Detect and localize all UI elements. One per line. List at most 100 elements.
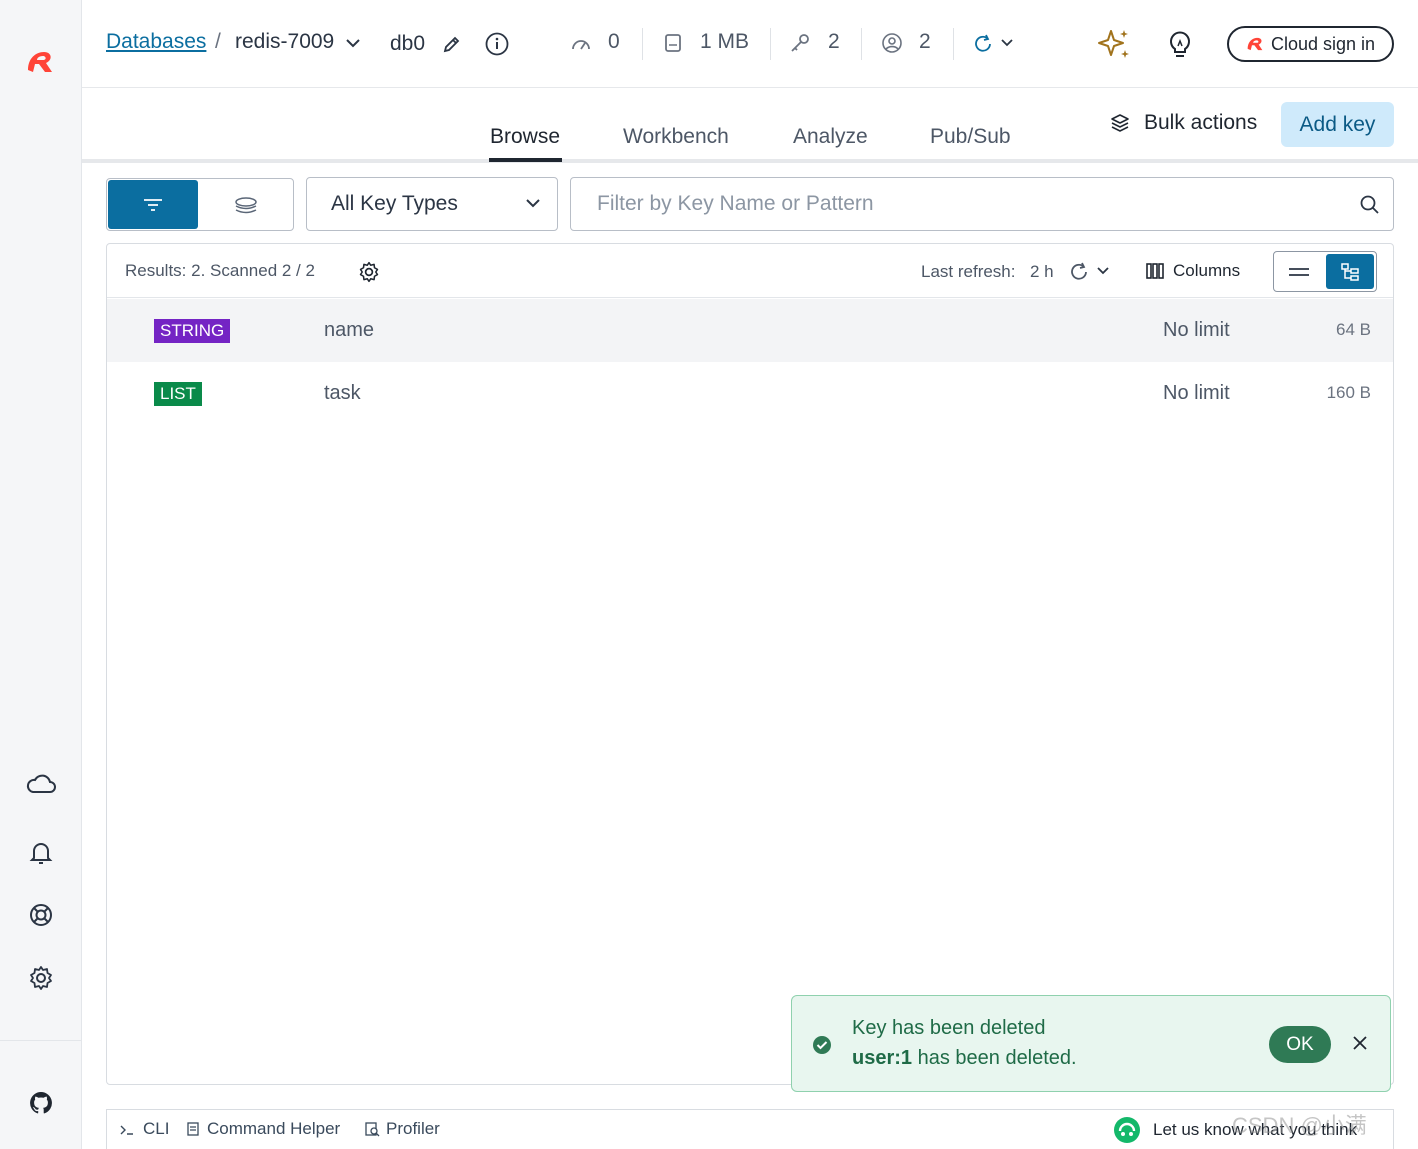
keys-count-value: 2 <box>828 30 840 53</box>
stat-divider <box>861 28 862 60</box>
command-helper-button[interactable]: Command Helper <box>185 1119 340 1139</box>
speedometer-icon <box>572 40 590 50</box>
tree-view-icon <box>1341 262 1359 281</box>
chevron-down-icon[interactable] <box>1000 38 1014 48</box>
watermark-text: CSDN @小满 <box>1232 1113 1367 1138</box>
memory-icon <box>665 34 681 52</box>
key-row[interactable]: STRING name No limit 64 B <box>107 299 1393 362</box>
tab-workbench[interactable]: Workbench <box>623 125 729 149</box>
tab-analyze[interactable]: Analyze <box>793 125 868 149</box>
refresh-icon[interactable] <box>1068 261 1090 283</box>
lightbulb-insights-icon[interactable] <box>1167 28 1193 60</box>
user-clients-icon <box>882 33 902 53</box>
filter-lines-icon <box>144 198 162 211</box>
last-refresh-label: Last refresh: <box>921 262 1016 281</box>
redis-logo-icon[interactable] <box>22 44 58 80</box>
toast-message-text: has been deleted. <box>912 1047 1077 1069</box>
top-bar: Databases / redis-7009 db0 0 1 MB 2 2 Cl… <box>82 0 1418 88</box>
cloud-icon[interactable] <box>24 767 58 801</box>
tabs-divider <box>82 159 1418 163</box>
key-type-badge: STRING <box>154 319 231 343</box>
scan-settings-gear-icon[interactable] <box>358 261 380 283</box>
info-icon[interactable] <box>484 31 510 57</box>
stat-divider <box>642 28 643 60</box>
tabs-row: Browse Workbench Analyze Pub/Sub Bulk ac… <box>82 89 1418 163</box>
layers-icon <box>1111 114 1129 132</box>
bell-icon[interactable] <box>24 836 58 870</box>
profiler-icon <box>365 1122 380 1137</box>
stat-divider <box>770 28 771 60</box>
settings-gear-icon[interactable] <box>24 961 58 995</box>
ai-sparkle-icon[interactable] <box>1096 26 1132 62</box>
pencil-edit-icon[interactable] <box>442 34 462 54</box>
cli-label: CLI <box>143 1119 170 1138</box>
memory-usage-value: 1 MB <box>700 30 750 53</box>
active-tab-indicator <box>489 158 562 162</box>
search-input[interactable] <box>571 178 1351 230</box>
command-helper-icon <box>187 1122 199 1136</box>
check-circle-icon <box>813 1036 831 1054</box>
bulk-actions-label: Bulk actions <box>1144 111 1258 134</box>
key-type-select[interactable]: All Key Types <box>306 177 558 231</box>
vector-search-mode-button[interactable] <box>199 180 293 229</box>
key-ttl: No limit <box>1163 319 1230 341</box>
toast-title: Key has been deleted <box>852 1017 1046 1039</box>
terminal-icon <box>120 1125 133 1135</box>
profiler-label: Profiler <box>386 1119 440 1138</box>
tree-view-button[interactable] <box>1326 254 1374 289</box>
key-name: name <box>324 319 375 341</box>
key-icon <box>791 34 809 52</box>
search-icon[interactable] <box>1359 194 1381 216</box>
last-refresh-value: 2 h <box>1030 262 1054 281</box>
toast-ok-button[interactable]: OK <box>1269 1026 1331 1063</box>
breadcrumb-separator: / <box>215 30 221 53</box>
auto-refresh-icon[interactable] <box>972 33 994 55</box>
profiler-button[interactable]: Profiler <box>364 1119 440 1139</box>
ops-per-second-value: 0 <box>608 30 620 53</box>
success-toast: Key has been deleted user:1 has been del… <box>791 995 1391 1092</box>
key-row[interactable]: LIST task No limit 160 B <box>107 362 1393 425</box>
stat-divider <box>953 28 954 60</box>
chevron-down-icon[interactable] <box>345 38 361 48</box>
sidebar-divider <box>0 1040 82 1041</box>
key-ttl: No limit <box>1163 382 1230 404</box>
redis-logo-icon <box>1247 37 1263 51</box>
deleted-key-name: user:1 <box>852 1047 913 1069</box>
db-index-label: db0 <box>390 32 426 55</box>
view-mode-toggle <box>106 178 294 231</box>
list-tree-view-toggle <box>1273 251 1377 292</box>
github-icon[interactable] <box>24 1086 58 1120</box>
results-summary: Results: 2. Scanned 2 / 2 <box>125 261 315 280</box>
key-filter-search <box>570 177 1394 231</box>
tab-browse[interactable]: Browse <box>490 125 560 149</box>
key-type-value: All Key Types <box>331 192 458 215</box>
chevron-down-icon[interactable] <box>1096 266 1110 276</box>
bulk-actions-button[interactable]: Bulk actions <box>1110 111 1257 135</box>
vector-search-icon <box>235 196 257 213</box>
results-header: Results: 2. Scanned 2 / 2 Last refresh: … <box>107 244 1393 298</box>
columns-icon <box>1146 263 1164 279</box>
breadcrumb-databases-link[interactable]: Databases <box>106 30 206 54</box>
sidebar <box>0 0 82 1149</box>
key-size: 160 B <box>1326 383 1371 402</box>
feedback-icon <box>1114 1117 1140 1143</box>
filter-mode-button[interactable] <box>108 180 198 229</box>
database-name-dropdown[interactable]: redis-7009 <box>235 30 334 54</box>
cli-button[interactable]: CLI <box>119 1119 169 1139</box>
list-view-icon <box>1289 267 1309 276</box>
help-lifebuoy-icon[interactable] <box>24 898 58 932</box>
key-name: task <box>324 382 361 404</box>
cloud-sign-in-label: Cloud sign in <box>1271 33 1376 54</box>
chevron-down-icon <box>526 199 540 208</box>
columns-button[interactable]: Columns <box>1145 261 1240 281</box>
tab-pubsub[interactable]: Pub/Sub <box>930 125 1011 149</box>
key-type-badge: LIST <box>154 382 202 406</box>
add-key-button[interactable]: Add key <box>1281 102 1394 147</box>
toast-message: user:1 has been deleted. <box>852 1047 1077 1070</box>
cloud-sign-in-button[interactable]: Cloud sign in <box>1227 26 1394 62</box>
close-icon[interactable] <box>1349 1032 1371 1054</box>
clients-count-value: 2 <box>919 30 931 53</box>
command-helper-label: Command Helper <box>207 1119 341 1138</box>
list-view-button[interactable] <box>1274 252 1324 291</box>
bottom-panel-bar: CLI Command Helper Profiler Let us know … <box>106 1109 1394 1149</box>
